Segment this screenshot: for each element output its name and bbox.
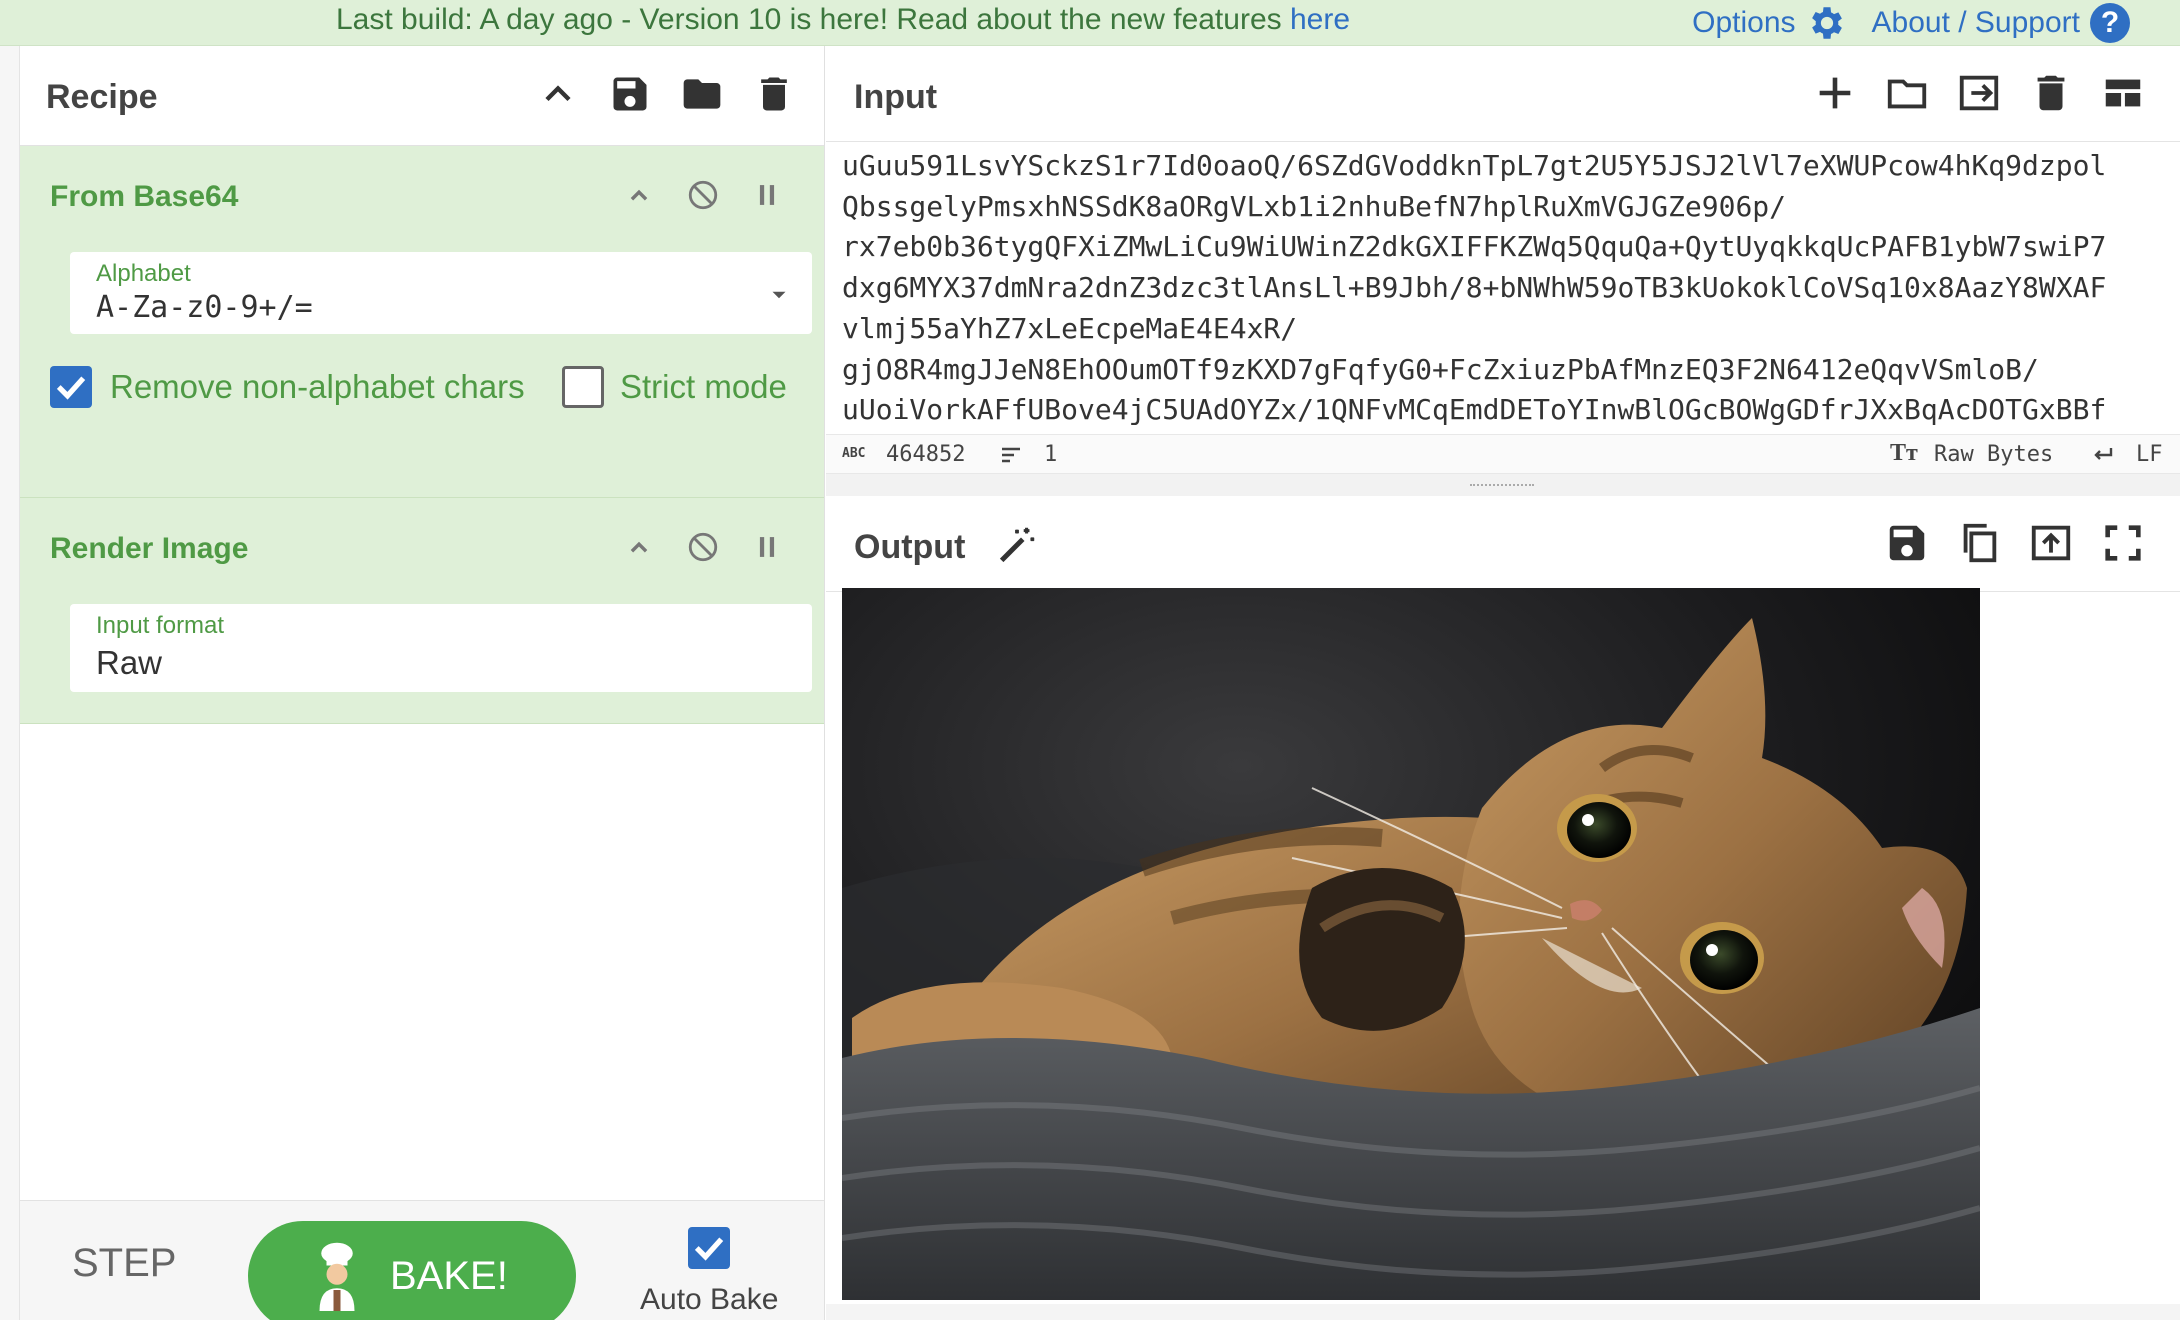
input-line: uGuu591LsvYSckzS1r7Id0oaoQ/6SZdGVoddknTp…: [842, 149, 2107, 182]
upload-icon[interactable]: [2028, 520, 2074, 566]
input-line: vlmj55aYhZ7xLeEcpeMaE4E4xR/: [842, 311, 1298, 345]
banner-link-here[interactable]: here: [1290, 3, 1350, 36]
save-icon[interactable]: [608, 72, 652, 116]
alphabet-value: A-Za-z0-9+/=: [96, 290, 313, 325]
folder-icon[interactable]: [680, 72, 724, 116]
options-link[interactable]: Options: [1692, 2, 1847, 44]
banner-message-text: Last build: A day ago - Version 10 is he…: [336, 3, 1290, 36]
fullscreen-icon[interactable]: [2100, 520, 2146, 566]
resize-grip: [1470, 484, 1534, 487]
options-label: Options: [1692, 6, 1796, 39]
input-format-value[interactable]: Raw: [96, 644, 162, 682]
chevron-up-icon[interactable]: [622, 530, 656, 564]
help-icon: ?: [2090, 3, 2130, 43]
input-line: uUoiVorkAFfUBove4jC5UAdOYZx/1QNFvMCqEmdD…: [842, 393, 2107, 426]
pause-icon[interactable]: [750, 530, 784, 564]
lines-icon: [1002, 447, 1020, 463]
copy-icon[interactable]: [1956, 520, 2002, 566]
input-textarea[interactable]: uGuu591LsvYSckzS1r7Id0oaoQ/6SZdGVoddknTp…: [842, 146, 2180, 426]
disable-icon[interactable]: [686, 178, 720, 212]
cyberchef-app: Last build: A day ago - Version 10 is he…: [0, 0, 2180, 1320]
caret-down-icon: [772, 291, 786, 299]
input-status-bar: ABC 464852 1 Tт Raw Bytes LF: [826, 434, 2180, 474]
magic-wand-icon[interactable]: [994, 522, 1040, 568]
bake-button[interactable]: BAKE!: [248, 1221, 576, 1320]
text-format-icon[interactable]: Tт: [1890, 440, 1918, 467]
chef-icon: [319, 1242, 355, 1311]
input-line: QbssgelyPmsxhNSSdK8aORgVLxb1i2nhuBefN7hp…: [842, 189, 1787, 223]
input-line: gjO8R4mgJJeN8EhOOumOTf9zKXD7gFqfyG0+FcZx…: [842, 352, 2039, 386]
import-icon[interactable]: [1956, 70, 2002, 116]
folder-icon[interactable]: [1884, 70, 1930, 116]
banner-message: Last build: A day ago - Version 10 is he…: [336, 3, 1350, 37]
operation-title: Render Image: [50, 532, 249, 565]
operation-render-image[interactable]: Render Image Input format Raw: [20, 498, 824, 724]
recipe-panel: Recipe From Base64 Alphabet A-Za-z0-9+/=: [0, 46, 825, 1320]
encoding-selector[interactable]: Raw Bytes: [1934, 442, 2053, 467]
strict-mode-checkbox[interactable]: [562, 366, 604, 408]
chevron-up-icon[interactable]: [536, 72, 580, 116]
eol-selector[interactable]: LF: [2136, 442, 2163, 467]
output-header: Output: [826, 496, 2180, 592]
input-title: Input: [854, 78, 938, 116]
about-support-label: About / Support: [1871, 6, 2080, 39]
layout-icon[interactable]: [2100, 70, 2146, 116]
chevron-up-icon[interactable]: [622, 178, 656, 212]
disable-icon[interactable]: [686, 530, 720, 564]
alphabet-label: Alphabet: [96, 260, 191, 287]
operation-from-base64[interactable]: From Base64 Alphabet A-Za-z0-9+/= Remove…: [20, 146, 824, 498]
pause-icon[interactable]: [750, 178, 784, 212]
bake-controls: STEP BAKE! Auto Bake: [20, 1200, 824, 1320]
recipe-title: Recipe: [46, 78, 158, 116]
input-header: Input: [826, 46, 2180, 142]
input-format-field[interactable]: Input format Raw: [70, 604, 812, 692]
output-status-bar: [826, 1304, 2180, 1320]
char-count: 464852: [886, 442, 966, 467]
alphabet-select[interactable]: Alphabet A-Za-z0-9+/=: [70, 252, 812, 334]
return-icon: [2094, 448, 2113, 460]
save-icon[interactable]: [1884, 520, 1930, 566]
cat-photo: [842, 588, 1980, 1300]
about-support-link[interactable]: About / Support ?: [1872, 3, 2130, 43]
remove-non-alphabet-label[interactable]: Remove non-alphabet chars: [110, 368, 525, 406]
gear-icon: [1811, 7, 1842, 39]
trash-icon[interactable]: [2028, 70, 2074, 116]
io-resize-handle[interactable]: [826, 474, 2180, 496]
remove-non-alphabet-checkbox[interactable]: [50, 366, 92, 408]
recipe-header: Recipe: [20, 46, 824, 146]
operations-panel-edge[interactable]: [0, 46, 20, 1320]
recipe-header-icons: [536, 72, 796, 116]
strict-mode-label[interactable]: Strict mode: [620, 368, 787, 406]
operation-controls: [622, 178, 784, 212]
output-title: Output: [854, 528, 966, 566]
trash-icon[interactable]: [752, 72, 796, 116]
auto-bake-checkbox[interactable]: [688, 1227, 730, 1269]
checkmark-icon: [56, 376, 86, 400]
output-rendered-image: [842, 588, 1980, 1300]
step-button[interactable]: STEP: [72, 1241, 176, 1286]
input-line: rx7eb0b36tygQFXiZMwLiCu9WiUWinZ2dkGXIFFK…: [842, 230, 2107, 264]
notice-banner: Last build: A day ago - Version 10 is he…: [0, 0, 2180, 46]
line-count: 1: [1044, 442, 1058, 467]
auto-bake-label[interactable]: Auto Bake: [640, 1283, 778, 1317]
io-panel: Input uGuu591LsvYSckzS1r7Id0oaoQ/6SZdGVo…: [826, 46, 2180, 1320]
input-format-label: Input format: [96, 612, 225, 639]
bake-label: BAKE!: [390, 1253, 508, 1298]
operation-controls: [622, 530, 784, 564]
banner-links: Options About / Support ?: [1692, 2, 2130, 44]
abc-icon: ABC: [842, 446, 866, 461]
plus-icon[interactable]: [1812, 70, 1858, 116]
operation-title: From Base64: [50, 180, 239, 213]
checkmark-icon: [694, 1237, 724, 1261]
input-line: dxg6MYX37dmNra2dnZ3dzc3tlAnsLl+B9Jbh/8+b…: [842, 271, 2107, 305]
